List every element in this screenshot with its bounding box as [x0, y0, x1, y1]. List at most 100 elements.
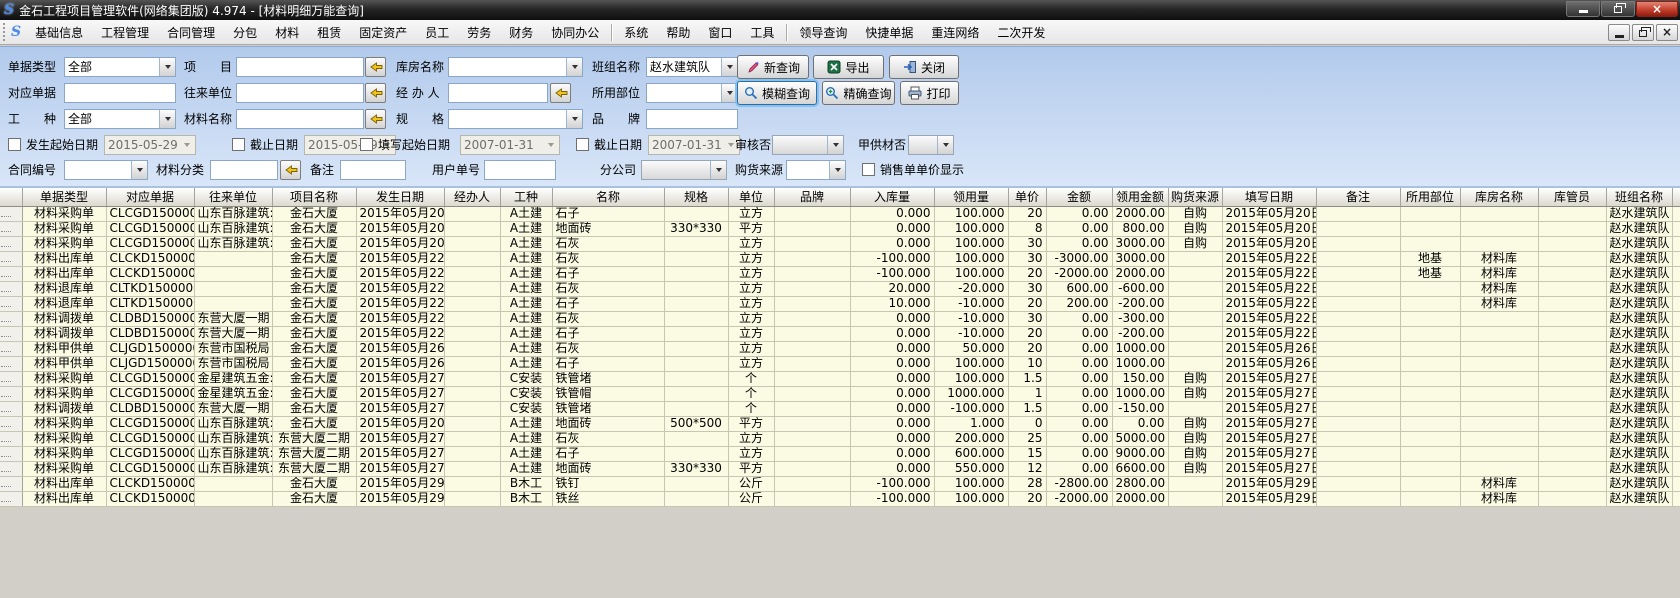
cell[interactable]: 东营市国税局: [194, 341, 272, 356]
cell[interactable]: 材料甲供单: [22, 341, 106, 356]
cell[interactable]: 东营大厦一期: [194, 401, 272, 416]
cell[interactable]: A土建: [500, 266, 552, 281]
chevron-down-icon[interactable]: [721, 58, 737, 76]
cell[interactable]: [1168, 491, 1222, 506]
column-header-7[interactable]: 工种: [500, 187, 552, 206]
cell[interactable]: 2000.00: [1112, 266, 1168, 281]
cell[interactable]: 0.00: [1046, 326, 1112, 341]
cell[interactable]: A土建: [500, 281, 552, 296]
cell[interactable]: [444, 236, 500, 251]
cell[interactable]: [1400, 461, 1460, 476]
cell[interactable]: 赵水建筑队: [1606, 431, 1672, 446]
cell[interactable]: 材料库: [1460, 251, 1538, 266]
column-header-23[interactable]: 班组名称: [1606, 187, 1672, 206]
cell[interactable]: 2800.00: [1112, 476, 1168, 491]
cell[interactable]: 自购: [1168, 371, 1222, 386]
cell[interactable]: 个: [728, 386, 774, 401]
table-row[interactable]: 材料采购单CLCGD150000002金星建筑五金:金石大厦2015年05月27…: [0, 386, 1680, 401]
cell[interactable]: 0: [1008, 416, 1046, 431]
cell[interactable]: 800.00: [1112, 221, 1168, 236]
cell[interactable]: 石灰: [552, 341, 664, 356]
cell[interactable]: 2015年05月20日: [356, 221, 444, 236]
cell[interactable]: [1400, 371, 1460, 386]
menu-15[interactable]: 工具: [741, 21, 783, 44]
cell[interactable]: 0.00: [1046, 446, 1112, 461]
cell[interactable]: 地面砖: [552, 416, 664, 431]
cell[interactable]: [774, 326, 850, 341]
cell[interactable]: [1168, 341, 1222, 356]
cell[interactable]: [1538, 461, 1606, 476]
cell[interactable]: 平方: [728, 461, 774, 476]
cell[interactable]: 2015年05月22日: [1222, 251, 1316, 266]
cell[interactable]: A土建: [500, 236, 552, 251]
cell[interactable]: 山东百脉建筑:: [194, 461, 272, 476]
table-row[interactable]: 材料采购单CLCGD150000001山东百脉建筑:金石大厦2015年05月20…: [0, 236, 1680, 251]
cell[interactable]: 自购: [1168, 386, 1222, 401]
mdi-close-button[interactable]: ×: [1656, 24, 1678, 41]
cell[interactable]: 金石大厦: [272, 356, 356, 371]
fill-start-date-combo[interactable]: 2007-01-31: [460, 135, 560, 155]
cell[interactable]: 材料出库单: [22, 491, 106, 506]
cell[interactable]: CLDBD150000002: [106, 401, 194, 416]
cell[interactable]: -3000.00: [1046, 251, 1112, 266]
cell[interactable]: 50.000: [934, 341, 1008, 356]
cell[interactable]: 自购: [1168, 416, 1222, 431]
table-row[interactable]: 材料采购单CLCGD150000001山东百脉建筑:金石大厦2015年05月20…: [0, 221, 1680, 236]
cell[interactable]: 2015年05月22日: [1222, 296, 1316, 311]
cell[interactable]: 0.000: [850, 461, 934, 476]
menu-10[interactable]: 财务: [500, 21, 542, 44]
cell[interactable]: 2015年05月22日: [356, 251, 444, 266]
menu-1[interactable]: 基础信息: [26, 21, 92, 44]
cell[interactable]: 石子: [552, 206, 664, 221]
cell[interactable]: 200.000: [934, 431, 1008, 446]
cell[interactable]: [444, 266, 500, 281]
cell[interactable]: [1538, 431, 1606, 446]
cell[interactable]: 东营大厦二期: [272, 461, 356, 476]
used-part-combo[interactable]: [646, 83, 738, 103]
cell[interactable]: [774, 491, 850, 506]
cell[interactable]: 2015年05月22日: [1222, 281, 1316, 296]
cell[interactable]: [1316, 236, 1400, 251]
cell[interactable]: [774, 401, 850, 416]
brand-input[interactable]: [646, 109, 738, 129]
cell[interactable]: [444, 491, 500, 506]
cell[interactable]: [774, 251, 850, 266]
cell[interactable]: [1460, 371, 1538, 386]
cell[interactable]: 材料库: [1460, 281, 1538, 296]
cell[interactable]: [1400, 296, 1460, 311]
cell[interactable]: [1538, 491, 1606, 506]
export-button[interactable]: 导出: [813, 55, 884, 79]
cell[interactable]: 0.00: [1046, 236, 1112, 251]
fill-start-checkbox[interactable]: [360, 138, 373, 151]
fill-end-checkbox[interactable]: [576, 138, 589, 151]
cell[interactable]: 立方: [728, 431, 774, 446]
owner-supplied-combo[interactable]: [908, 135, 954, 155]
chevron-down-icon[interactable]: [131, 161, 147, 179]
cell[interactable]: [1316, 251, 1400, 266]
column-header-12[interactable]: 入库量: [850, 187, 934, 206]
table-row[interactable]: 材料出库单CLCKD150000001金石大厦2015年05月22日A土建石灰立…: [0, 251, 1680, 266]
cell[interactable]: 金石大厦: [272, 371, 356, 386]
cell[interactable]: [774, 311, 850, 326]
table-row[interactable]: 材料调拨单CLDBD150000001东营大厦一期金石大厦2015年05月22日…: [0, 311, 1680, 326]
cell[interactable]: 材料库: [1460, 296, 1538, 311]
cell[interactable]: 自购: [1168, 431, 1222, 446]
cell[interactable]: 材料库: [1460, 266, 1538, 281]
cell[interactable]: 8: [1008, 221, 1046, 236]
cell[interactable]: 20.000: [850, 281, 934, 296]
cell[interactable]: 铁管堵: [552, 401, 664, 416]
work-type-combo[interactable]: 全部: [64, 109, 176, 129]
cell[interactable]: 2015年05月20日: [1222, 221, 1316, 236]
cell[interactable]: 0.00: [1046, 371, 1112, 386]
cell[interactable]: A土建: [500, 356, 552, 371]
table-row[interactable]: 材料采购单CLCGD150000001山东百脉建筑:金石大厦2015年05月20…: [0, 416, 1680, 431]
window-minimize-button[interactable]: [1566, 1, 1600, 17]
row-selector[interactable]: [0, 251, 22, 266]
bill-type-combo[interactable]: 全部: [64, 57, 176, 77]
mdi-minimize-button[interactable]: [1608, 24, 1630, 41]
cell[interactable]: [444, 251, 500, 266]
cell[interactable]: 1000.000: [934, 386, 1008, 401]
cell[interactable]: [1168, 356, 1222, 371]
cell[interactable]: -100.000: [850, 251, 934, 266]
cell[interactable]: 公斤: [728, 476, 774, 491]
